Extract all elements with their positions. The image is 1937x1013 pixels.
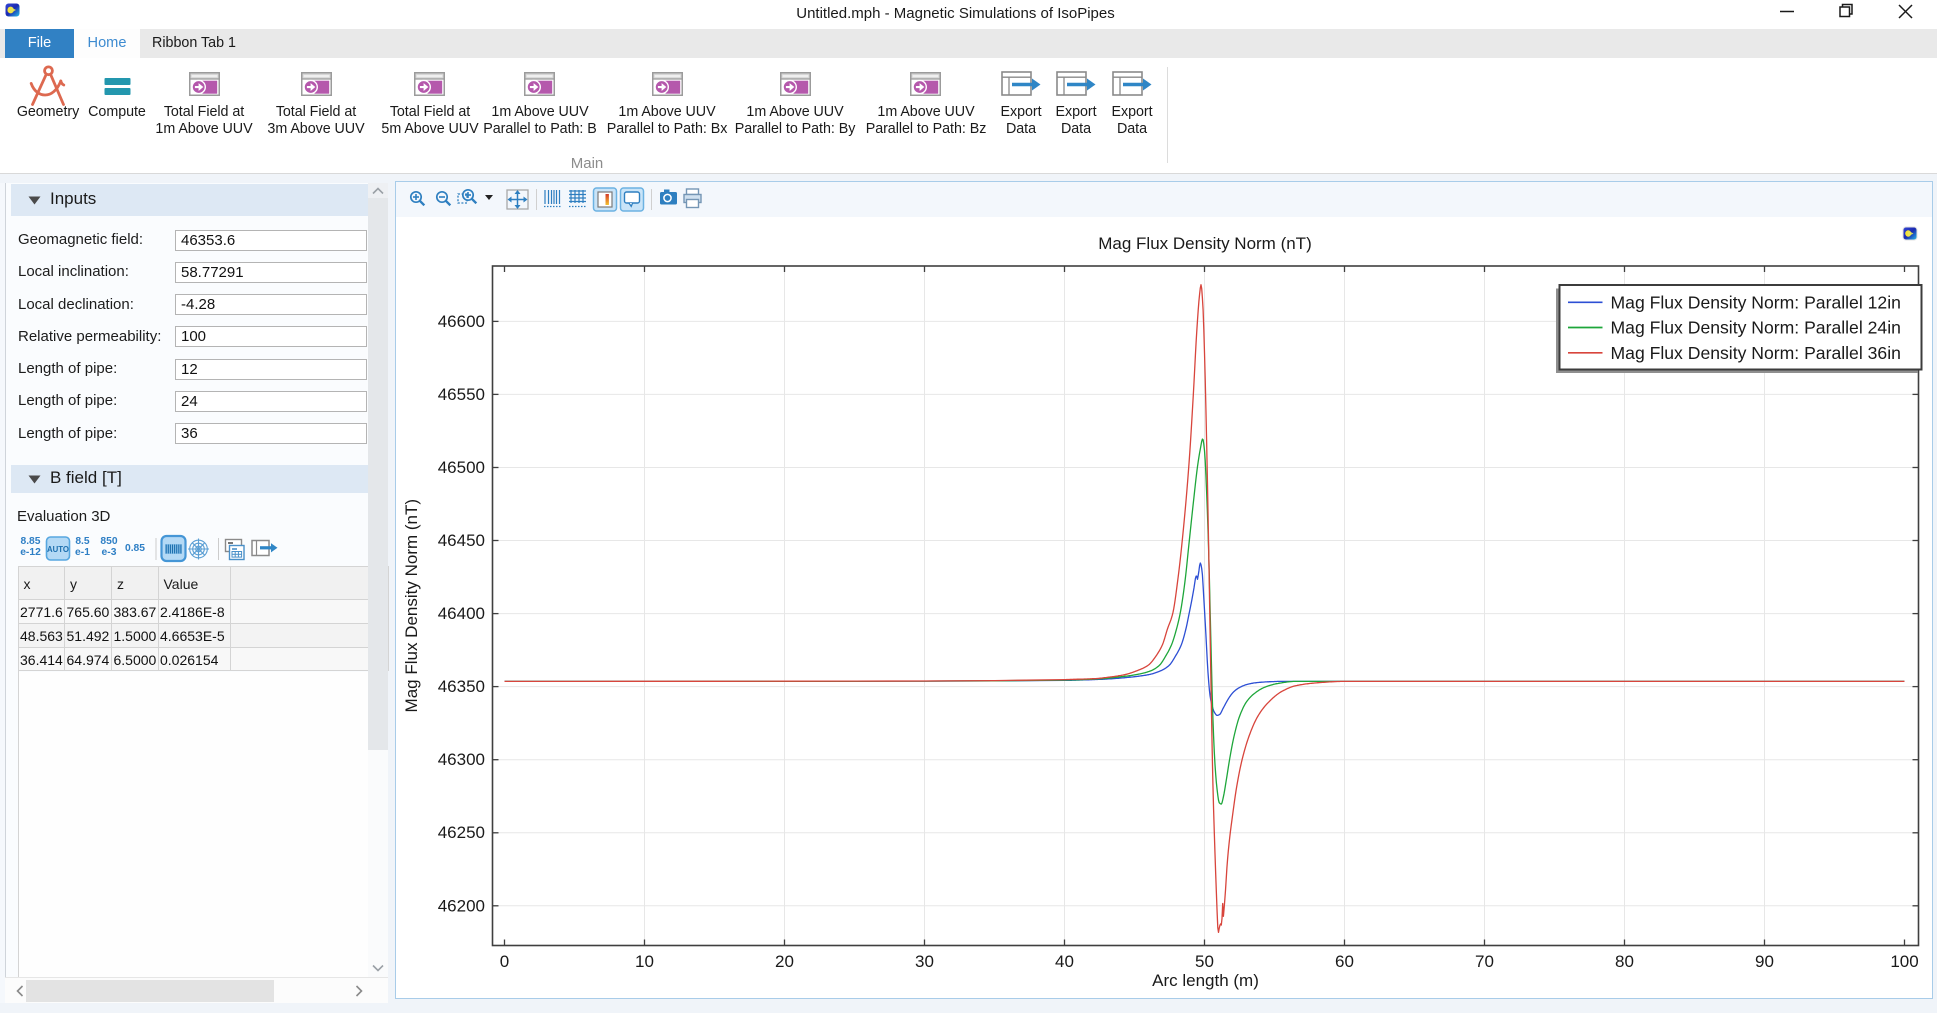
svg-text:Mag Flux Density Norm: Paralle: Mag Flux Density Norm: Parallel 24in: [1611, 318, 1901, 338]
svg-text:0.85: 0.85: [125, 543, 145, 554]
svg-text:46250: 46250: [438, 823, 485, 842]
svg-text:e-3: e-3: [102, 547, 117, 558]
svg-text:8.5: 8.5: [75, 536, 90, 547]
svg-text:e-1: e-1: [75, 547, 90, 558]
svg-text:8.85: 8.85: [20, 536, 40, 547]
svg-text:Mag Flux Density Norm: Paralle: Mag Flux Density Norm: Parallel 36in: [1611, 343, 1901, 363]
svg-text:10: 10: [635, 952, 654, 971]
svg-text:46500: 46500: [438, 458, 485, 477]
svg-text:60: 60: [1335, 952, 1354, 971]
svg-text:Mag Flux Density Norm (nT): Mag Flux Density Norm (nT): [402, 499, 421, 712]
svg-text:40: 40: [1055, 952, 1074, 971]
svg-text:46600: 46600: [438, 312, 485, 331]
svg-text:80: 80: [1615, 952, 1634, 971]
svg-text:100: 100: [1890, 952, 1918, 971]
svg-text:AUTO: AUTO: [47, 545, 69, 554]
svg-text:46300: 46300: [438, 750, 485, 769]
svg-text:46550: 46550: [438, 385, 485, 404]
svg-text:30: 30: [915, 952, 934, 971]
svg-text:50: 50: [1195, 952, 1214, 971]
svg-text:Mag Flux Density Norm (nT): Mag Flux Density Norm (nT): [1098, 234, 1311, 253]
svg-text:Arc length (m): Arc length (m): [1152, 971, 1259, 990]
svg-text:Mag Flux Density Norm: Paralle: Mag Flux Density Norm: Parallel 12in: [1611, 292, 1901, 312]
svg-text:e-12: e-12: [20, 547, 41, 558]
svg-text:46350: 46350: [438, 677, 485, 696]
svg-text:0: 0: [500, 952, 509, 971]
svg-text:46450: 46450: [438, 531, 485, 550]
svg-text:46200: 46200: [438, 896, 485, 915]
svg-text:46400: 46400: [438, 604, 485, 623]
svg-text:850: 850: [100, 536, 117, 547]
svg-text:70: 70: [1475, 952, 1494, 971]
svg-text:90: 90: [1755, 952, 1774, 971]
svg-text:20: 20: [775, 952, 794, 971]
